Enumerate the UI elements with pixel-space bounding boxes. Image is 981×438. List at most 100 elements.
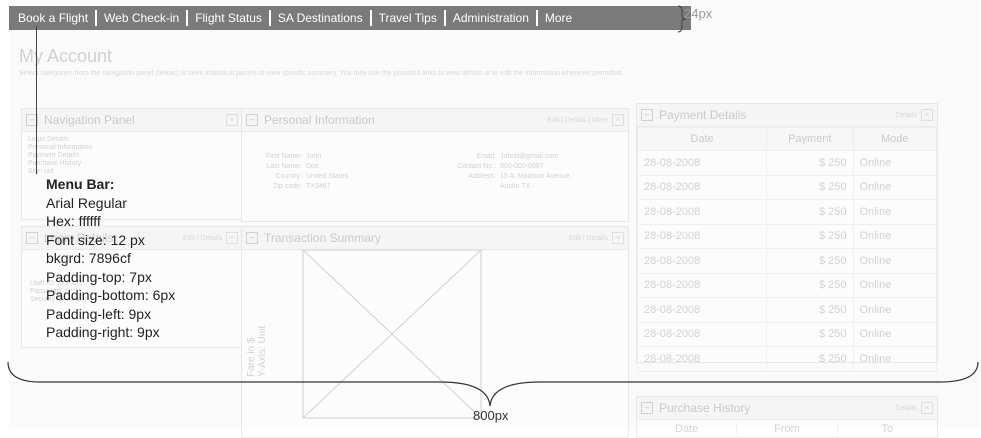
panel-header: – Payment Details Details × bbox=[637, 104, 937, 127]
cell-mode: Online bbox=[852, 321, 938, 347]
annotation-line: Padding-bottom: 6px bbox=[46, 287, 176, 303]
field-value: 900-000-0987 bbox=[500, 163, 544, 170]
close-icon[interactable]: × bbox=[612, 114, 624, 126]
menu-item-administration[interactable]: Administration bbox=[446, 11, 536, 25]
cell-mode: Online bbox=[852, 150, 938, 176]
column-header[interactable]: Date bbox=[637, 423, 738, 435]
annotation-line: Font size: 12 px bbox=[46, 231, 145, 248]
page-description: Select categories from the navigation pa… bbox=[19, 70, 624, 77]
menu-bar: Book a Flight Web Check-in Flight Status… bbox=[9, 6, 691, 30]
field-label: Zip code: bbox=[273, 183, 302, 190]
close-icon[interactable]: × bbox=[921, 109, 933, 121]
cell-payment: $ 250 bbox=[766, 248, 854, 274]
cell-date: 28-08-2008 bbox=[636, 321, 768, 347]
field-label: Last Name: bbox=[266, 163, 302, 170]
field-label: Country: bbox=[275, 173, 302, 180]
cell-payment: $ 250 bbox=[766, 272, 854, 298]
height-dimension-label: 24px bbox=[684, 6, 713, 21]
table-row[interactable]: 28-08-2008 $ 250 Online bbox=[636, 272, 938, 298]
menu-item-more[interactable]: More bbox=[538, 11, 579, 25]
nav-link[interactable]: Purchase History bbox=[28, 160, 236, 168]
table-row[interactable]: 28-08-2008 $ 250 Online bbox=[636, 223, 938, 249]
collapse-icon[interactable]: – bbox=[26, 232, 38, 244]
page-title: My Account bbox=[19, 46, 113, 66]
annotation-line: Padding-left: 9px bbox=[46, 305, 152, 322]
close-icon[interactable]: × bbox=[226, 114, 238, 126]
panel-actions[interactable]: Edit | Details bbox=[569, 235, 608, 242]
collapse-icon[interactable]: – bbox=[246, 232, 258, 244]
cell-mode: Online bbox=[852, 272, 938, 298]
menu-item-sa-destinations[interactable]: SA Destinations bbox=[271, 11, 370, 25]
panel-title: Personal Information bbox=[264, 113, 375, 127]
panel-actions[interactable]: Edit | Details bbox=[183, 235, 222, 242]
cell-date: 28-08-2008 bbox=[636, 150, 768, 176]
table-row[interactable]: 28-08-2008 $ 250 Online bbox=[636, 199, 938, 225]
panel-title: Payment Details bbox=[659, 108, 747, 122]
column-header[interactable]: Mode bbox=[852, 127, 938, 151]
field-value: John bbox=[306, 153, 322, 160]
cell-payment: $ 250 bbox=[766, 297, 854, 323]
field-value: 15 A, Madison Avenue, bbox=[500, 173, 572, 180]
cell-date: 28-08-2008 bbox=[636, 272, 768, 298]
panel-header: – Navigation Panel × bbox=[22, 109, 242, 132]
annotation-line: Padding-top: 7px bbox=[46, 268, 152, 285]
cell-payment: $ 250 bbox=[766, 150, 854, 176]
table-row[interactable]: 28-08-2008 $ 250 Online bbox=[636, 321, 938, 347]
panel-actions[interactable]: Details bbox=[896, 112, 917, 119]
collapse-icon[interactable]: – bbox=[641, 109, 653, 121]
table-row[interactable]: 28-08-2008 $ 250 Online bbox=[636, 248, 938, 274]
nav-link[interactable]: Payment Details bbox=[28, 152, 236, 160]
panel-header: – Transaction Summary Edit | Details × bbox=[242, 227, 628, 250]
column-header[interactable]: To bbox=[838, 423, 937, 435]
field-label: First Name: bbox=[265, 153, 302, 160]
cell-date: 28-08-2008 bbox=[636, 297, 768, 323]
menu-item-book-flight[interactable]: Book a Flight bbox=[11, 11, 95, 25]
cell-payment: $ 250 bbox=[766, 174, 854, 200]
width-dimension-label: 800px bbox=[473, 408, 509, 423]
table-row[interactable]: 28-08-2008 $ 250 Online bbox=[636, 150, 938, 176]
field-label: Email: bbox=[476, 153, 496, 160]
nav-link[interactable]: Login Details bbox=[28, 136, 236, 144]
field-label: Address: bbox=[468, 173, 496, 180]
cell-date: 28-08-2008 bbox=[636, 199, 768, 225]
panel-actions[interactable]: Edit | Details | More bbox=[547, 117, 608, 124]
cell-payment: $ 250 bbox=[766, 223, 854, 249]
payment-table: Date Payment Mode 28-08-2008 $ 250 Online … bbox=[636, 127, 938, 372]
panel-title: Transaction Summary bbox=[264, 231, 381, 245]
field-label: Contact No.: bbox=[457, 163, 496, 170]
annotation-title: Menu Bar: bbox=[46, 176, 115, 192]
field-value: Johnd@gmail.com bbox=[500, 153, 559, 160]
width-brace bbox=[7, 361, 979, 407]
annotation-line: Arial Regular bbox=[46, 194, 127, 211]
table-row[interactable]: 28-08-2008 $ 250 Online bbox=[636, 297, 938, 323]
cell-date: 28-08-2008 bbox=[636, 174, 768, 200]
column-header[interactable]: Payment bbox=[766, 127, 854, 151]
cell-mode: Online bbox=[852, 248, 938, 274]
cell-mode: Online bbox=[852, 174, 938, 200]
column-header[interactable]: Date bbox=[636, 127, 768, 151]
panel-header: – Personal Information Edit | Details | … bbox=[242, 109, 628, 132]
cell-payment: $ 250 bbox=[766, 321, 854, 347]
field-value: United States bbox=[306, 173, 349, 180]
panel-title: Navigation Panel bbox=[44, 113, 135, 127]
cell-date: 28-08-2008 bbox=[636, 223, 768, 249]
cell-mode: Online bbox=[852, 223, 938, 249]
nav-link[interactable]: Personal Information bbox=[28, 144, 236, 152]
annotation-leader-line bbox=[36, 26, 37, 174]
column-header[interactable]: From bbox=[737, 423, 838, 435]
menu-item-travel-tips[interactable]: Travel Tips bbox=[372, 11, 444, 25]
annotation-line: bkgrd: 7896cf bbox=[46, 250, 131, 266]
table-row[interactable]: 28-08-2008 $ 250 Online bbox=[636, 174, 938, 200]
collapse-icon[interactable]: – bbox=[246, 114, 258, 126]
annotation-line: Padding-right: 9px bbox=[46, 324, 160, 340]
close-icon[interactable]: × bbox=[612, 232, 624, 244]
field-value: Austin TX. bbox=[500, 183, 533, 190]
field-value: TX3467 bbox=[306, 183, 331, 190]
menu-spec-annotation: Menu Bar: Arial Regular Hex: ffffff Font… bbox=[46, 175, 175, 342]
personal-information-panel: – Personal Information Edit | Details | … bbox=[241, 108, 629, 222]
menu-item-web-checkin[interactable]: Web Check-in bbox=[97, 11, 186, 25]
close-icon[interactable]: × bbox=[226, 232, 238, 244]
cell-mode: Online bbox=[852, 199, 938, 225]
menu-item-flight-status[interactable]: Flight Status bbox=[188, 11, 269, 25]
annotation-line: Hex: ffffff bbox=[46, 213, 101, 229]
